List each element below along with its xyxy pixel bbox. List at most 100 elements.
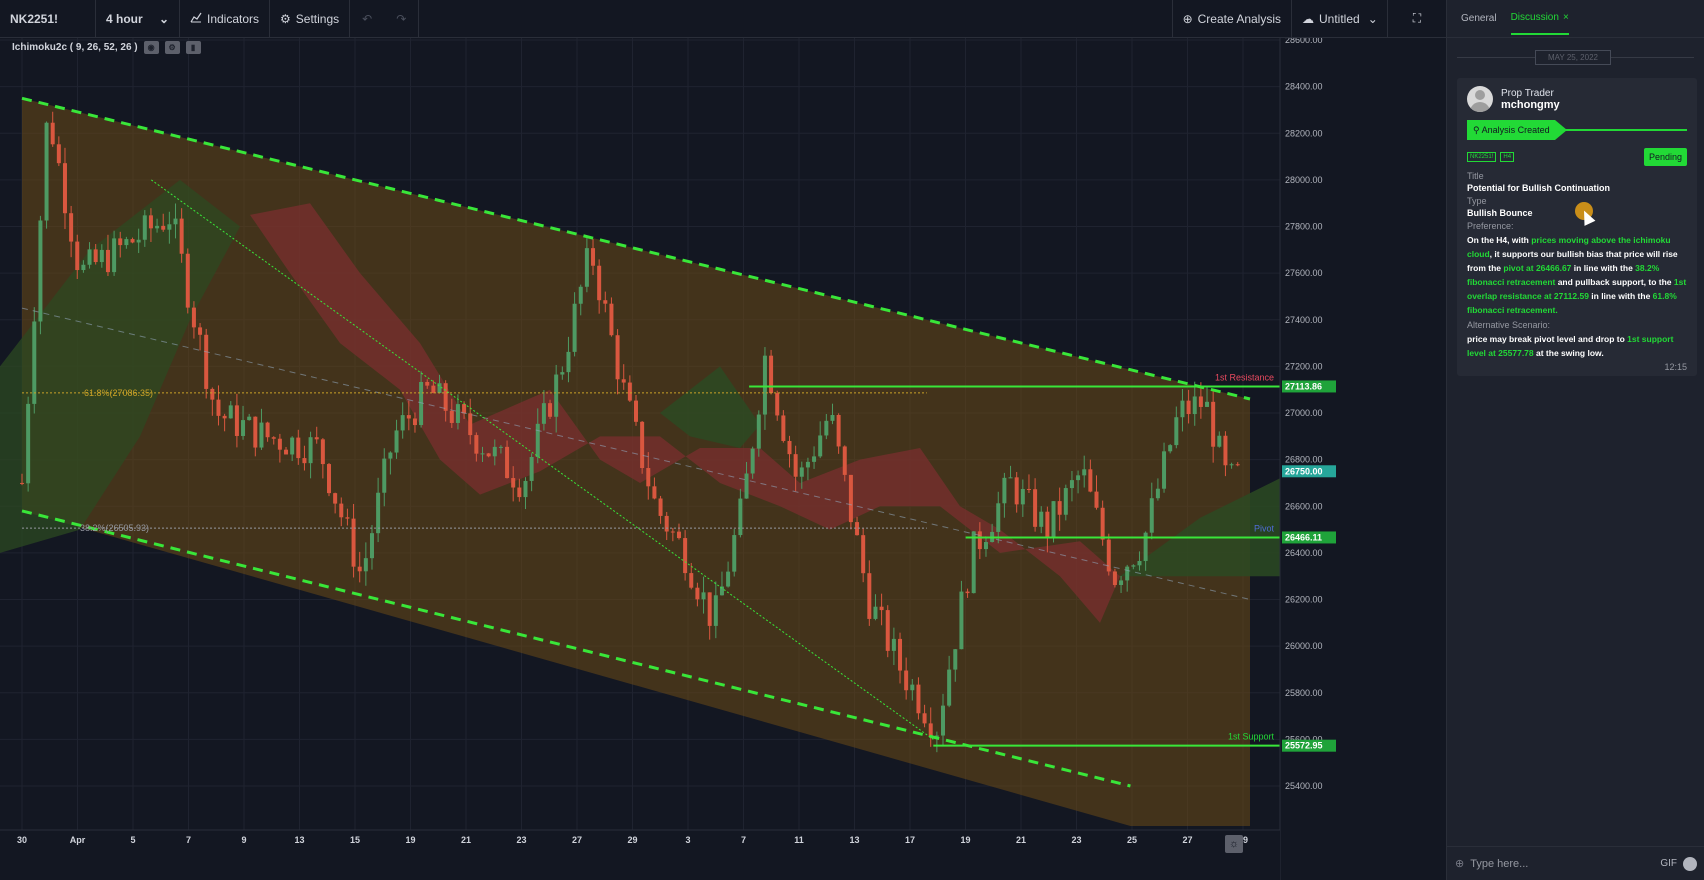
candle-body [1162,451,1167,489]
time-tick-label: 3 [685,835,690,845]
candle-body [1112,571,1117,586]
time-tick-label: 7 [186,835,191,845]
candle-body [1020,488,1025,505]
redo-button[interactable]: ↷ [384,0,420,38]
level-label: 1st Support [1228,732,1275,742]
candle-body [996,503,1001,532]
candle-body [198,327,203,335]
alternative-label: Alternative Scenario: [1467,320,1551,330]
settings-button[interactable]: ⚙ Settings [270,0,351,38]
candle-body [1106,539,1111,572]
candle-body [1235,464,1240,466]
message-input[interactable]: Type here... [1470,858,1660,870]
interval-label: 4 hour [106,11,143,26]
candle-body [1119,580,1124,586]
candle-body [455,404,460,423]
time-tick-label: Apr [70,835,86,845]
price-chart[interactable]: 61.8%(27086.35) 38.2%(26505.93) 1st Resist… [0,38,1446,880]
candle-body [744,473,749,499]
candle-body [87,249,92,265]
candle-body [376,492,381,534]
body-text: in line with the [1588,291,1653,301]
candle-body [468,413,473,436]
candle-body [1069,480,1074,489]
create-analysis-button[interactable]: ⊕ Create Analysis [1173,0,1292,38]
date-separator: MAY 25, 2022 [1457,48,1694,66]
candle-body [81,264,86,271]
plus-icon[interactable]: ⊕ [1455,857,1464,870]
time-tick-label: 19 [405,835,415,845]
candle-body [339,503,344,518]
price-tick-label: 28200.00 [1285,128,1323,138]
username[interactable]: mchongmy [1501,99,1560,111]
candle-body [1039,511,1044,527]
candle-body [873,606,878,619]
chart-area[interactable]: 61.8%(27086.35) 38.2%(26505.93) 1st Resist… [0,38,1446,880]
candle-body [566,351,571,373]
indicators-label: Indicators [207,11,260,26]
pending-button[interactable]: Pending [1643,148,1687,166]
analysis-card: Prop Trader mchongmy ⚲ Analysis Created … [1457,78,1697,376]
candle-body [554,374,559,417]
lightbulb-icon[interactable]: ☼ [1225,835,1243,853]
trash-icon[interactable]: ▮ [185,41,201,54]
candle-body [591,248,596,266]
undo-icon: ↶ [362,11,373,26]
candle-body [99,249,104,263]
interval-dropdown[interactable]: 4 hour ⌄ [96,0,180,38]
candle-body [769,355,774,394]
cloud-icon: ☁ [1302,11,1314,26]
undo-button[interactable]: ↶ [350,0,384,38]
indicators-button[interactable]: Indicators [180,0,271,38]
candle-body [351,518,356,567]
candle-body [130,239,135,243]
candle-body [941,705,945,736]
gif-button[interactable]: GIF [1660,858,1677,869]
candle-body [425,381,430,386]
candle-body [271,437,276,439]
symbol-label: NK2251! [10,11,59,26]
gear-icon: ⚙ [280,11,291,26]
price-label-text: 27113.86 [1285,381,1322,391]
eye-icon[interactable]: ◉ [143,41,159,54]
close-icon[interactable]: × [1563,12,1569,23]
candle-body [1076,475,1081,481]
indicator-legend: Ichimoku2c ( 9, 26, 52, 26 ) ◉ ⚙ ▮ [12,41,201,54]
candle-body [486,453,491,457]
fullscreen-button[interactable]: ⛶ [1388,0,1446,38]
candle-body [676,531,681,539]
candle-body [1125,566,1130,581]
avatar[interactable] [1467,86,1493,112]
candle-body [136,239,141,243]
candle-body [253,416,258,448]
candle-body [861,535,866,574]
time-tick-label: 27 [572,835,582,845]
message-input-bar: ⊕ Type here... GIF [1447,846,1704,880]
candle-body [609,303,614,336]
emoji-icon[interactable] [1683,856,1697,871]
candle-body [658,498,663,516]
candle-body [443,383,448,411]
candle-body [646,468,651,487]
gear-icon[interactable]: ⚙ [164,41,180,54]
discussion-panel: General Discussion × MAY 25, 2022 Prop Tr… [1446,0,1704,880]
layout-dropdown[interactable]: ☁ Untitled ⌄ [1292,0,1388,38]
time-tick-label: 25 [1127,835,1137,845]
candle-body [296,437,301,459]
candle-body [664,515,669,532]
tab-general[interactable]: General [1461,3,1497,34]
status-label: Analysis Created [1481,125,1550,135]
candle-body [793,454,798,477]
alternative-text: price may break pivot level and drop to … [1467,332,1687,360]
candle-body [1002,477,1007,504]
candle-body [904,670,909,691]
price-tick-label: 26400.00 [1285,548,1323,558]
symbol-search-button[interactable]: NK2251! [0,0,96,38]
candle-body [983,542,988,550]
candle-body [112,238,117,273]
candle-body [775,393,780,416]
time-tick-label: 9 [241,835,246,845]
price-tick-label: 26600.00 [1285,501,1323,511]
tab-discussion[interactable]: Discussion × [1510,2,1569,35]
time-tick-label: 23 [516,835,526,845]
